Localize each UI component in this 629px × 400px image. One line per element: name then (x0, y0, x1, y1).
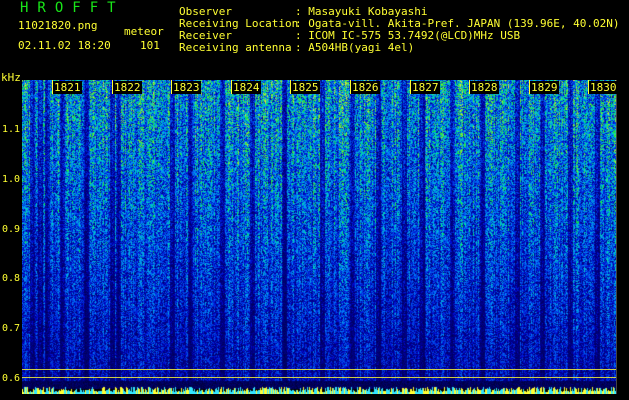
spectrogram-border (616, 80, 617, 394)
minute-label: 1827 (411, 81, 440, 94)
header-key-antenna: Receiving antenna (179, 41, 292, 54)
minute-label: 1824 (232, 81, 261, 94)
y-label: 0.6 (2, 373, 21, 384)
minute-label: 1826 (351, 81, 380, 94)
frequency-marker-line (22, 377, 616, 378)
brand-title: HROFFT (20, 0, 125, 16)
header-value-antenna: : A504HB(yagi 4el) (295, 41, 415, 54)
minute-label: 1828 (470, 81, 499, 94)
y-unit-label: kHz (1, 71, 21, 84)
minute-label: 1822 (113, 81, 142, 94)
file-name: 11021820.png (18, 19, 98, 32)
hrofft-screen: HROFFT 11021820.png 02.11.02 18:20 meteo… (0, 0, 629, 400)
minute-label: 1821 (53, 81, 82, 94)
y-label: 1.1 (2, 124, 21, 135)
minute-label: 1825 (291, 81, 320, 94)
datetime: 02.11.02 18:20 (18, 39, 111, 52)
frequency-marker-line (22, 369, 616, 370)
y-label: 1.0 (2, 174, 21, 185)
meteor-count: 101 (140, 39, 160, 52)
y-label: 0.8 (2, 273, 21, 284)
y-label: 0.7 (2, 323, 21, 334)
minute-label: 1829 (530, 81, 559, 94)
y-label: 0.9 (2, 224, 21, 235)
minute-label: 1823 (172, 81, 201, 94)
minute-label: 1830 (589, 81, 618, 94)
mode-label: meteor (124, 25, 164, 38)
spectrogram (22, 80, 616, 394)
